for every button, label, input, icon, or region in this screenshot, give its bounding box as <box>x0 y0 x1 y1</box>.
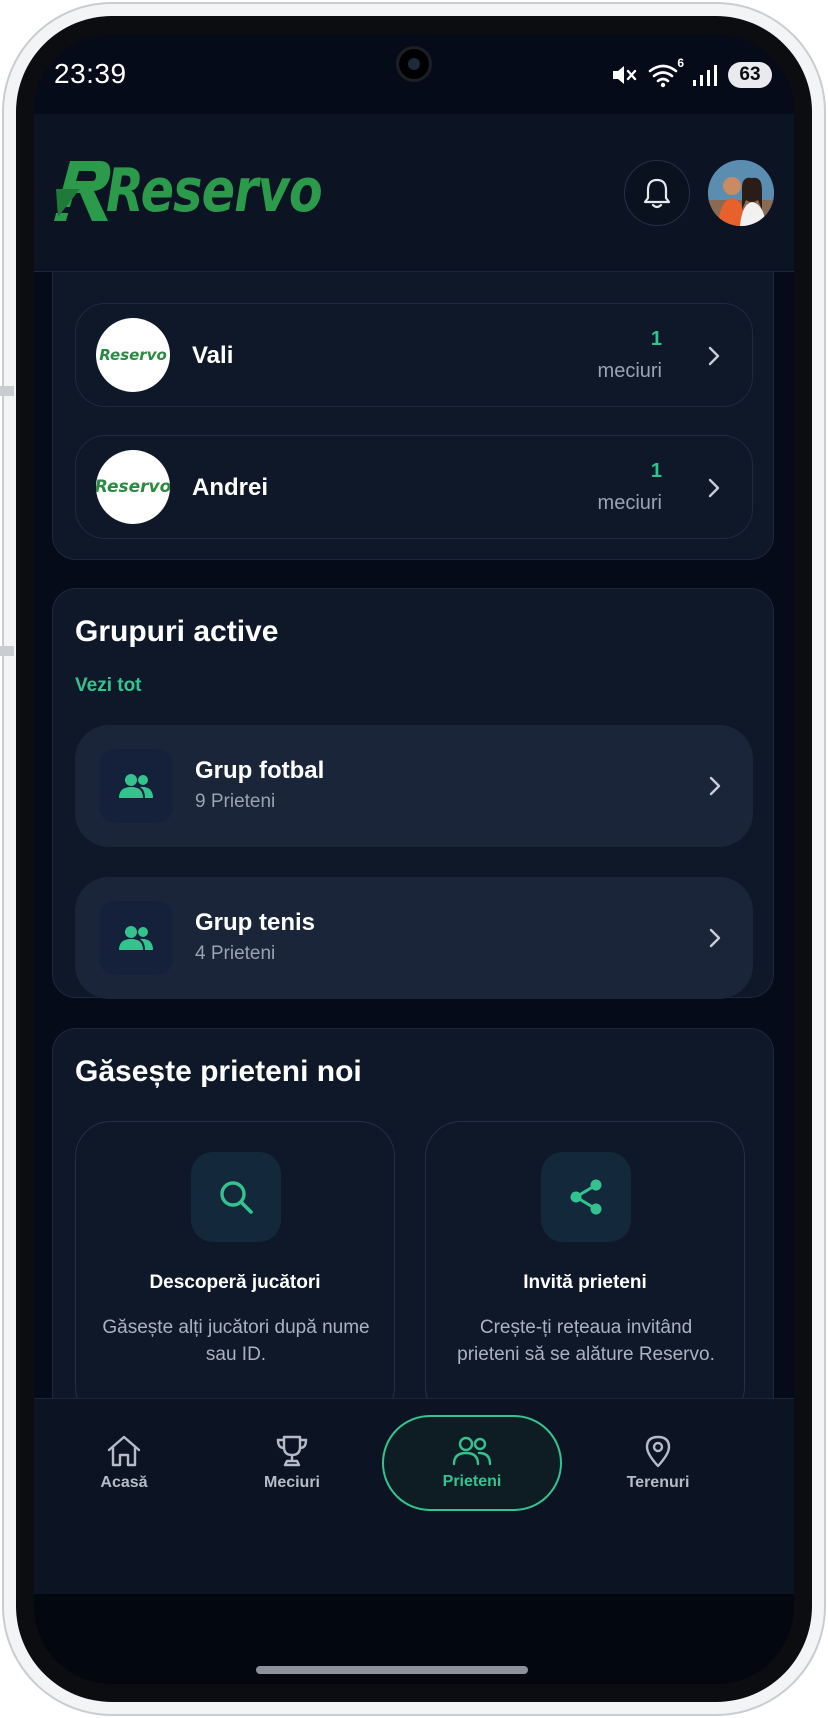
group-row-fotbal[interactable]: Grup fotbal 9 Prieteni <box>75 725 753 847</box>
friend-avatar: Reservo <box>96 450 170 524</box>
share-icon <box>570 1179 602 1215</box>
bell-icon <box>643 178 671 209</box>
nav-label: Terenuri <box>626 1474 690 1491</box>
phone-side-button <box>0 646 14 656</box>
avatar-image <box>708 160 774 226</box>
status-icons: 6 63 <box>610 56 772 88</box>
nav-label: Prieteni <box>442 1473 502 1490</box>
friends-card: Reservo Vali 1 meciuri Reservo Andrei 1 … <box>52 272 774 560</box>
map-pin-icon <box>645 1435 671 1468</box>
tile-icon-container <box>191 1152 281 1242</box>
wifi-icon: 6 <box>648 56 684 88</box>
screen: 23:39 6 63 Reservo Reservo Vali 1 meciur… <box>34 34 794 1684</box>
tile-description: Găsește alți jucători după nume sau ID. <box>102 1317 370 1365</box>
group-row-tenis[interactable]: Grup tenis 4 Prieteni <box>75 877 753 999</box>
logo-mark-icon <box>50 161 111 221</box>
group-name: Grup tenis <box>195 909 316 936</box>
friend-name: Vali <box>192 342 234 369</box>
friend-match-label: meciuri <box>597 360 662 382</box>
friend-row-andrei[interactable]: Reservo Andrei 1 meciuri <box>75 435 753 539</box>
tile-title: Descoperă jucători <box>149 1272 321 1293</box>
group-member-count: 9 Prieteni <box>195 791 276 812</box>
mute-icon <box>610 62 638 88</box>
app-logo[interactable]: Reservo <box>50 156 369 226</box>
friend-name: Andrei <box>192 474 269 501</box>
group-name: Grup fotbal <box>195 757 325 784</box>
group-icon-container <box>99 749 173 823</box>
nav-label: Meciuri <box>263 1474 320 1491</box>
bottom-navigation: Acasă Meciuri Prieteni Terenuri <box>34 1398 794 1594</box>
trophy-icon <box>276 1435 308 1467</box>
nav-item-fields[interactable]: Terenuri <box>578 1415 738 1511</box>
friend-avatar-logo-text: Reservo <box>99 346 167 364</box>
nav-item-friends[interactable]: Prieteni <box>382 1415 562 1511</box>
status-time: 23:39 <box>54 58 127 89</box>
phone-side-button <box>0 386 14 396</box>
chevron-right-icon <box>709 776 721 796</box>
find-friends-title: Găsește prieteni noi <box>75 1055 362 1088</box>
home-icon <box>107 1435 141 1467</box>
active-groups-card: Grupuri active Vezi tot Grup fotbal 9 Pr… <box>52 588 774 999</box>
nav-label: Acasă <box>100 1474 148 1491</box>
friend-match-count: 1 <box>650 460 662 482</box>
chevron-right-icon <box>708 478 720 498</box>
friend-avatar-logo-text: Reservo <box>96 477 170 497</box>
content-area[interactable]: Reservo Vali 1 meciuri Reservo Andrei 1 … <box>34 272 794 1572</box>
friend-match-label: meciuri <box>597 492 662 514</box>
logo-text: Reservo <box>106 156 323 226</box>
wifi-badge: 6 <box>677 56 684 70</box>
notifications-button[interactable] <box>624 160 690 226</box>
group-icon-container <box>99 901 173 975</box>
friend-match-count: 1 <box>650 328 662 350</box>
chevron-right-icon <box>708 346 720 366</box>
invite-friends-tile[interactable]: Invită prieteni Crește-ți rețeaua invitâ… <box>425 1121 745 1423</box>
chevron-right-icon <box>709 928 721 948</box>
search-icon <box>220 1181 253 1214</box>
status-bar: 23:39 6 63 <box>34 34 794 114</box>
group-member-count: 4 Prieteni <box>195 943 276 964</box>
tile-icon-container <box>541 1152 631 1242</box>
tile-title: Invită prieteni <box>523 1272 647 1293</box>
groups-section-title: Grupuri active <box>75 615 279 648</box>
friend-avatar: Reservo <box>96 318 170 392</box>
nav-item-home[interactable]: Acasă <box>44 1415 204 1511</box>
app-header: Reservo <box>34 114 794 272</box>
friend-row-vali[interactable]: Reservo Vali 1 meciuri <box>75 303 753 407</box>
find-friends-card: Găsește prieteni noi Descoperă jucători … <box>52 1028 774 1452</box>
users-icon <box>119 774 153 798</box>
users-icon <box>452 1436 492 1466</box>
battery-indicator: 63 <box>728 62 772 88</box>
nav-item-matches[interactable]: Meciuri <box>212 1415 372 1511</box>
see-all-groups-link[interactable]: Vezi tot <box>75 675 142 697</box>
tile-description: Crește-ți rețeaua invitând prieteni să s… <box>457 1317 715 1365</box>
front-camera <box>396 46 432 82</box>
home-indicator[interactable] <box>256 1666 528 1674</box>
discover-players-tile[interactable]: Descoperă jucători Găsește alți jucători… <box>75 1121 395 1423</box>
users-icon <box>119 926 153 950</box>
profile-avatar[interactable] <box>708 160 774 226</box>
signal-icon <box>692 63 718 87</box>
